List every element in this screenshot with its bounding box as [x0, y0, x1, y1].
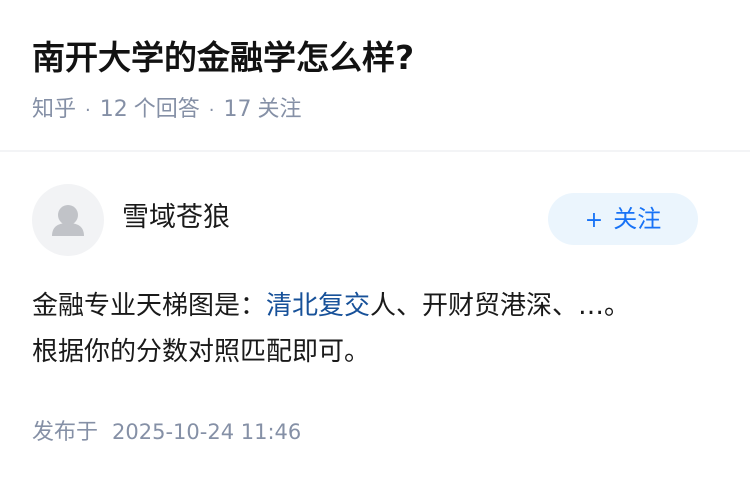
- divider: [0, 150, 750, 152]
- follow-button-label: 关注: [613, 205, 662, 233]
- answer-count-label: 个回答: [133, 97, 200, 122]
- answer-content[interactable]: 金融专业天梯图是：清北复交人、开财贸港深、…。 根据你的分数对照匹配即可。: [32, 283, 722, 375]
- answer-count: 12: [99, 97, 128, 122]
- answer-text: 金融专业天梯图是：: [32, 291, 267, 321]
- meta-separator: ·: [208, 100, 215, 121]
- meta-separator: ·: [85, 100, 91, 121]
- publish-label: 发布于: [32, 420, 99, 445]
- follow-count-label: 关注: [257, 97, 302, 122]
- avatar[interactable]: [32, 184, 104, 256]
- author-name[interactable]: 雪域苍狼: [122, 196, 230, 240]
- plus-icon: +: [584, 208, 604, 233]
- publish-time: 发布于 2025-10-24 11:46: [32, 414, 301, 451]
- question-title[interactable]: 南开大学的金融学怎么样?: [32, 30, 414, 86]
- default-avatar-icon: [52, 205, 84, 236]
- keyword-link[interactable]: 清北复交: [266, 291, 370, 321]
- publish-timestamp: 2025-10-24 11:46: [112, 420, 302, 444]
- follow-button[interactable]: + 关注: [548, 193, 698, 245]
- question-meta: 知乎 · 12 个回答 · 17 关注: [32, 93, 302, 127]
- answer-text: 人、开财贸港深、…。: [370, 291, 631, 321]
- source-label[interactable]: 知乎: [32, 97, 76, 122]
- answer-line: 金融专业天梯图是：清北复交人、开财贸港深、…。: [32, 283, 722, 329]
- follow-count: 17: [223, 97, 252, 122]
- answer-line: 根据你的分数对照匹配即可。: [32, 337, 371, 367]
